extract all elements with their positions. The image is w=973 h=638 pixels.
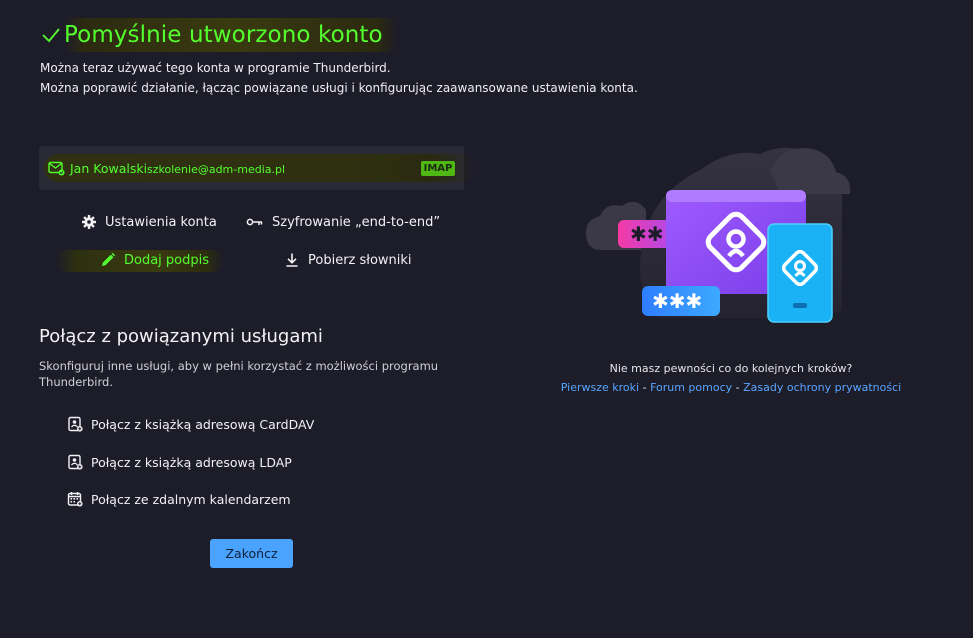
address-book-icon — [68, 454, 83, 470]
link-separator: - — [639, 381, 651, 394]
calendar-icon — [67, 492, 83, 507]
getting-started-link[interactable]: Pierwsze kroki — [561, 381, 639, 394]
services-description: Skonfiguruj inne usługi, aby w pełni kor… — [39, 359, 439, 389]
add-signature-label: Dodaj podpis — [124, 252, 210, 268]
subtitle-line-1: Można teraz używać tego konta w programi… — [40, 61, 391, 75]
page-title: Pomyślnie utworzono konto — [64, 18, 397, 52]
page-title-row: Pomyślnie utworzono konto — [40, 18, 397, 52]
svg-text:✱✱✱: ✱✱✱ — [652, 289, 702, 313]
mail-account-icon — [48, 161, 65, 176]
svg-text:✱✱: ✱✱ — [630, 222, 664, 246]
finish-button[interactable]: Zakończ — [210, 539, 293, 568]
connect-ldap-link[interactable]: Połącz z książką adresową LDAP — [67, 452, 292, 472]
connect-ldap-label: Połącz z książką adresową LDAP — [91, 454, 292, 470]
download-dictionaries-link[interactable]: Pobierz słowniki — [284, 250, 412, 270]
add-signature-link[interactable]: Dodaj podpis — [100, 250, 209, 270]
connect-carddav-label: Połącz z książką adresową CardDAV — [91, 416, 315, 432]
help-question: Nie masz pewności co do kolejnych kroków… — [609, 362, 853, 375]
e2e-encryption-label: Szyfrowanie „end-to-end” — [272, 214, 441, 230]
privacy-policy-link[interactable]: Zasady ochrony prywatności — [743, 381, 901, 394]
connect-calendar-link[interactable]: Połącz ze zdalnym kalendarzem — [67, 489, 291, 509]
checkmark-icon — [42, 28, 60, 43]
download-dictionaries-label: Pobierz słowniki — [308, 252, 412, 268]
address-book-icon — [68, 416, 83, 432]
account-type-badge: IMAP — [421, 161, 455, 176]
key-icon — [246, 218, 263, 226]
subtitle-line-2: Można poprawić działanie, łącząc powiąza… — [40, 81, 638, 95]
link-separator: - — [732, 381, 744, 394]
account-settings-link[interactable]: Ustawienia konta — [81, 212, 217, 232]
account-settings-label: Ustawienia konta — [105, 214, 217, 230]
pencil-icon — [102, 252, 116, 266]
account-name: Jan Kowalski — [70, 161, 148, 176]
security-illustration: ✱✱ ✱✱✱ — [585, 147, 851, 323]
account-email: szkolenie@adm-media.pl — [147, 163, 286, 176]
help-links: Pierwsze kroki - Forum pomocy - Zasady o… — [560, 381, 902, 394]
services-title: Połącz z powiązanymi usługami — [39, 326, 323, 347]
gear-icon — [82, 215, 96, 229]
e2e-encryption-link[interactable]: Szyfrowanie „end-to-end” — [246, 212, 440, 232]
connect-calendar-label: Połącz ze zdalnym kalendarzem — [91, 491, 291, 507]
connect-carddav-link[interactable]: Połącz z książką adresową CardDAV — [67, 414, 314, 434]
download-icon — [286, 253, 298, 267]
support-forum-link[interactable]: Forum pomocy — [650, 381, 732, 394]
